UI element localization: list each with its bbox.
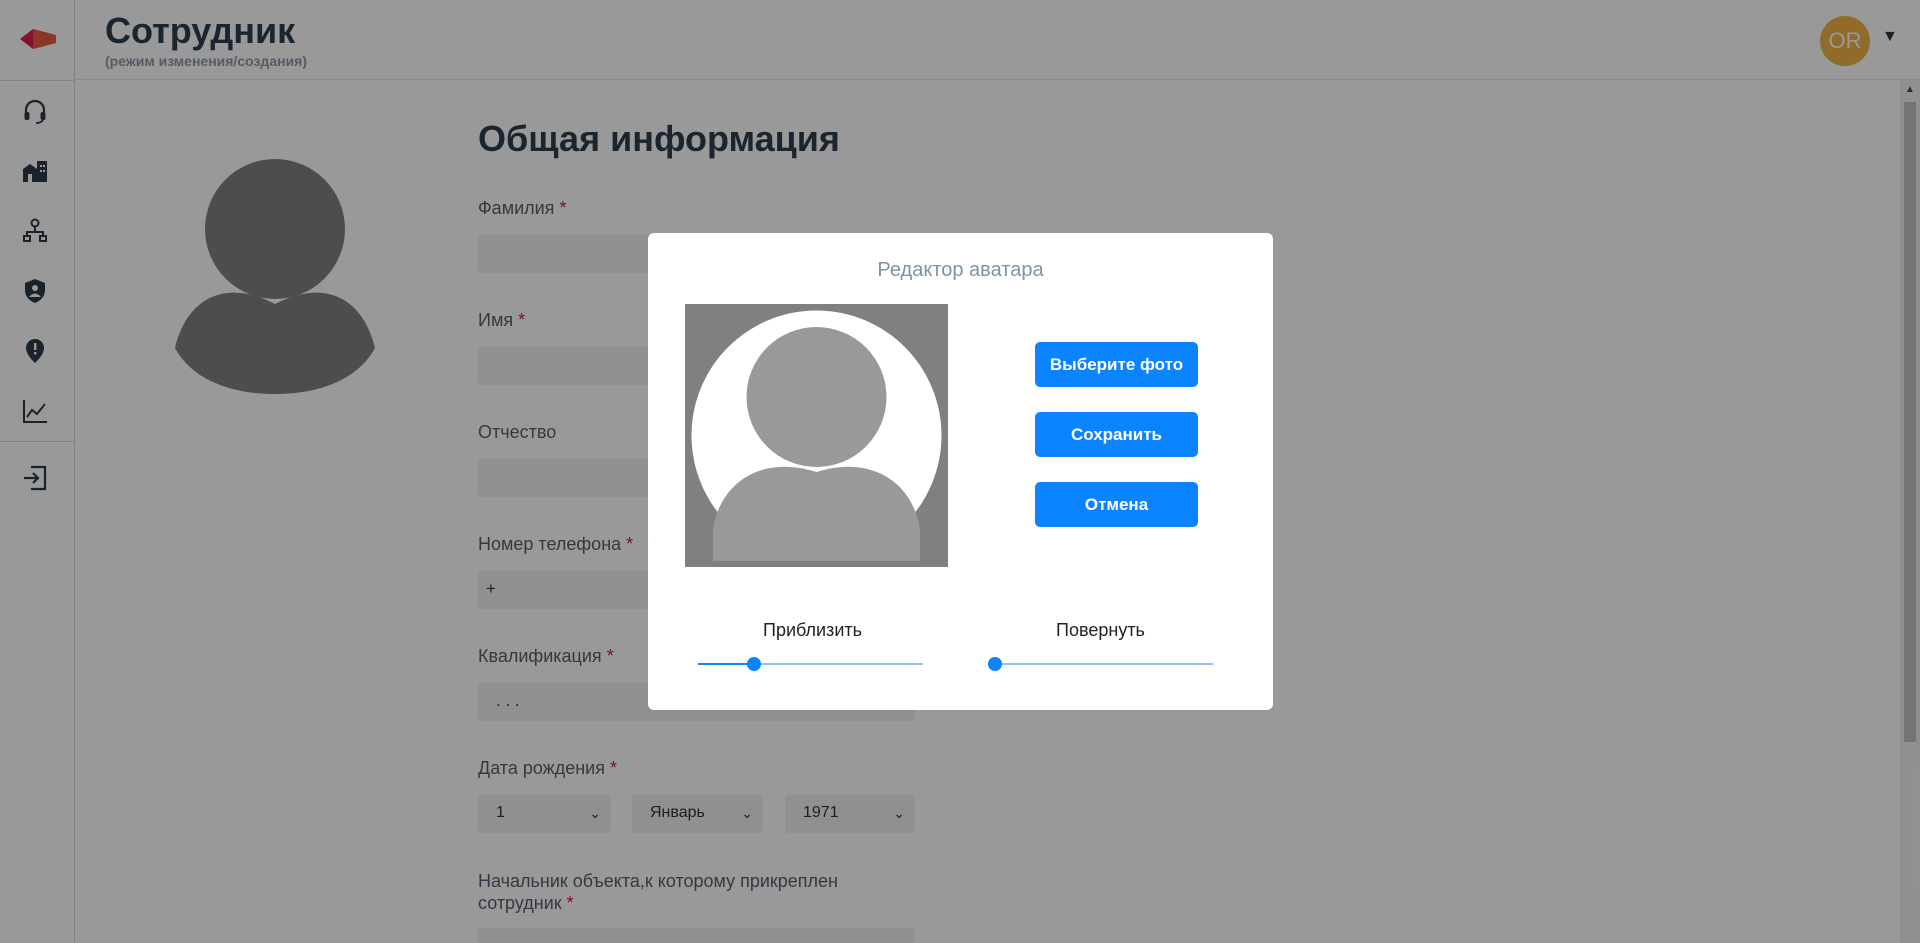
dialog-title: Редактор аватара [877,259,1044,281]
zoom-slider-fill [698,663,754,665]
rotate-slider[interactable] [988,657,1213,671]
save-button[interactable]: Сохранить [1035,412,1198,457]
choose-photo-button[interactable]: Выберите фото [1035,342,1198,387]
cancel-button[interactable]: Отмена [1035,482,1198,527]
avatar-editor-dialog: Редактор аватара Выберите фото Сохранить… [648,233,1273,710]
rotate-label: Повернуть [1056,620,1145,640]
zoom-slider[interactable] [698,657,923,671]
rotate-slider-track [988,663,1213,665]
avatar-crop-area[interactable] [685,304,948,567]
zoom-label: Приблизить [763,620,862,640]
user-placeholder-icon [691,310,942,561]
zoom-slider-handle[interactable] [747,657,761,671]
rotate-slider-handle[interactable] [988,657,1002,671]
